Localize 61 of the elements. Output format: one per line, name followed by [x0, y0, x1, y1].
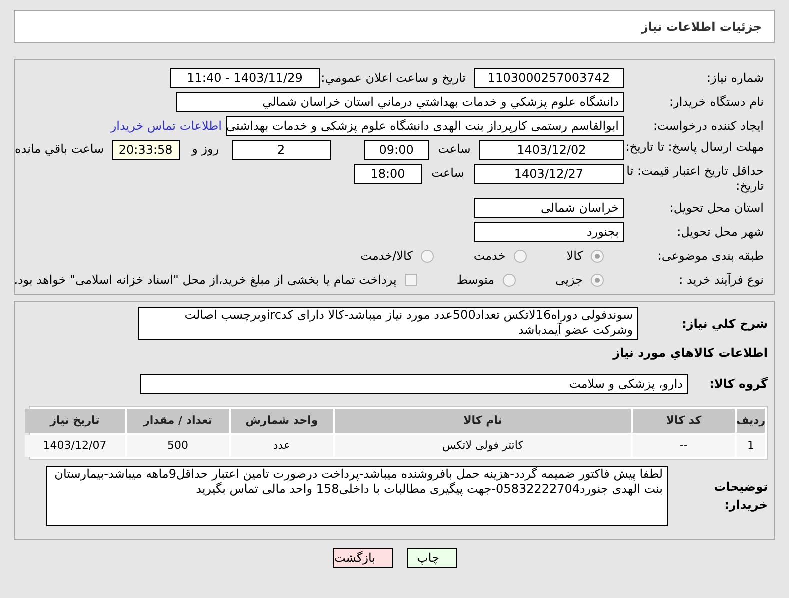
time-label: ساعت: [437, 141, 472, 158]
text-field[interactable]: 1403/12/02: [479, 140, 624, 160]
radio-button[interactable]: [591, 274, 604, 286]
radio-button[interactable]: [591, 250, 604, 262]
table-cell: --: [633, 435, 735, 457]
column-header: تعداد / مقدار: [127, 409, 229, 433]
radio-label: متوسط: [456, 272, 495, 289]
field-label: طبقه بندی موضوعی:: [656, 248, 764, 265]
table-cell: 500: [127, 435, 229, 457]
text-field[interactable]: بجنورد: [474, 222, 624, 242]
field-label: نوع فرآیند خرید :: [678, 272, 764, 289]
radio-label: کالا/خدمت: [360, 248, 413, 265]
text-field[interactable]: دانشگاه علوم پزشكي و خدمات بهداشتي درماني استان خراسان شمالي: [176, 92, 624, 112]
checkbox[interactable]: [404, 274, 417, 286]
field-label: گروه کالا:: [708, 376, 768, 393]
field-label: حداقل تاریخ اعتبار قیمت: تا تاریخ:: [626, 164, 764, 194]
days-label: روز و: [190, 141, 220, 158]
column-header: تاریخ نیاز: [25, 409, 125, 433]
radio-label: جزیی: [556, 272, 583, 289]
column-header: نام کالا: [335, 409, 631, 433]
table-cell: کاتتر فولی لاتکس: [335, 435, 631, 457]
notes-area[interactable]: لطفا پیش فاکتور ضمیمه گردد-هزینه حمل بافروشنده میباشد-پرداخت درصورت تامین اعتبار حداقل9ماهه میباشد-بیمارستان بنت الهدی جنورد05832222704-جهت پیگیری مطالبات با داخلی158 واحد مالی تماس بگیرید: [46, 466, 668, 526]
radio-button[interactable]: [514, 250, 527, 262]
text-field[interactable]: 2: [232, 140, 331, 160]
column-header: واحد شمارش: [231, 409, 333, 433]
field-label: ایجاد کننده درخواست:: [652, 118, 764, 135]
table-cell: 1403/12/07: [25, 435, 125, 457]
text-field[interactable]: خراسان شمالی: [474, 198, 624, 218]
radio-label: کالا: [566, 248, 583, 265]
field-label: شماره نیاز:: [706, 70, 764, 87]
checkbox-label: پرداخت تمام یا بخشی از مبلغ خرید،از محل "اسناد خزانه اسلامی" خواهد بود.: [14, 272, 397, 289]
text-field[interactable]: 1403/11/29 - 11:40: [170, 68, 320, 88]
text-field[interactable]: 18:00: [354, 164, 422, 184]
back-button[interactable]: بازگشت: [332, 548, 392, 568]
radio-label: خدمت: [474, 248, 506, 265]
table-cell: عدد: [231, 435, 333, 457]
field-label: شهر محل تحویل:: [676, 224, 764, 241]
remaining-label: ساعت باقي مانده: [15, 141, 104, 158]
text-field[interactable]: 20:33:58: [112, 140, 180, 160]
contact-link[interactable]: اطلاعات تماس خریدار: [110, 117, 222, 135]
column-header: رديف: [737, 409, 765, 433]
column-header: کد کالا: [633, 409, 735, 433]
print-button[interactable]: چاپ: [406, 548, 456, 568]
field-label: توضیحات خریدار:: [713, 479, 768, 514]
time-label: ساعت: [430, 165, 466, 182]
text-field[interactable]: 09:00: [364, 140, 430, 160]
description-area[interactable]: سوندفولی دوراه16لاتکس تعداد500عدد مورد نیاز میباشد-کالا دارای کدircوبرچسب اصالت وشرکت عضو آیمدباشد: [138, 307, 638, 340]
section-title: اطلاعات كالاهاي مورد نياز: [612, 345, 768, 362]
field-label: مهلت ارسال پاسخ: تا تاریخ:: [624, 140, 764, 155]
text-field[interactable]: 1103000257003742: [474, 68, 624, 88]
text-field[interactable]: ابوالقاسم رستمی کارپرداز بنت الهدی دانشگاه علوم پزشکی و خدمات بهداشتی: [226, 116, 624, 136]
table-cell: 1: [737, 435, 765, 457]
radio-button[interactable]: [502, 274, 516, 286]
field-label: نام دستگاه خریدار:: [668, 94, 764, 111]
field-label: شرح کلي نياز:: [681, 316, 768, 332]
page-title: جزئیات اطلاعات نیاز: [641, 18, 762, 36]
radio-button[interactable]: [420, 250, 434, 262]
text-field[interactable]: 1403/12/27: [474, 164, 624, 184]
field-label: تاريخ و ساعت اعلان عمومي:: [320, 70, 466, 87]
field-label: استان محل تحویل:: [668, 200, 764, 217]
text-field[interactable]: دارو، پزشکی و سلامت: [140, 374, 688, 394]
